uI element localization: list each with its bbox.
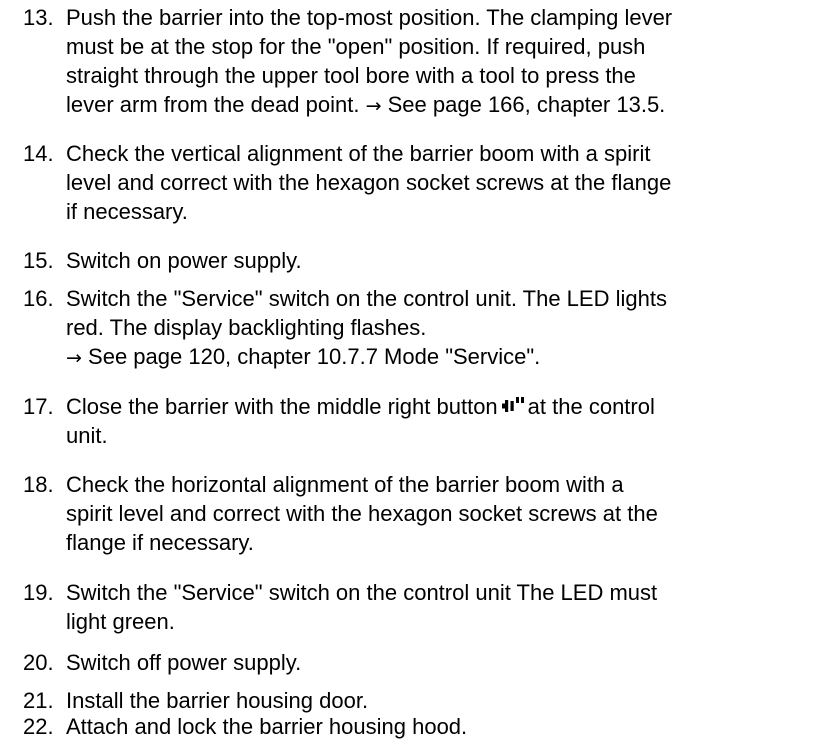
step-line: Install the barrier housing door. <box>66 688 369 713</box>
arrow-right-icon: → <box>66 347 82 369</box>
step-line: Check the vertical alignment of the barr… <box>66 141 651 166</box>
step-line: level and correct with the hexagon socke… <box>66 170 672 195</box>
step-text: Check the vertical alignment of the barr… <box>66 139 816 226</box>
close-barrier-button-icon <box>501 397 525 415</box>
step-line: spirit level and correct with the hexago… <box>66 501 658 526</box>
step-line-text: at the control <box>527 394 655 419</box>
step-text: Switch the "Service" switch on the contr… <box>66 578 816 636</box>
step-text: Close the barrier with the middle right … <box>66 392 816 450</box>
step-line-text: lever arm from the dead point. <box>66 92 366 117</box>
step-line: Check the horizontal alignment of the ba… <box>66 472 624 497</box>
step-line: light green. <box>66 609 175 634</box>
step-line: Push the barrier into the top-most posit… <box>66 5 673 30</box>
step-line: Switch off power supply. <box>66 650 302 675</box>
step-text: Install the barrier housing door. <box>66 686 816 715</box>
step-line-with-reference: lever arm from the dead point. → See pag… <box>66 90 816 121</box>
step-line: flange if necessary. <box>66 530 254 555</box>
step-line: Attach and lock the barrier housing hood… <box>66 714 468 739</box>
step-line-text: Close the barrier with the middle right … <box>66 394 498 419</box>
step-line: Switch on power supply. <box>66 248 302 273</box>
page-reference: See page 120, chapter 10.7.7 Mode "Servi… <box>81 344 541 369</box>
step-line: Switch the "Service" switch on the contr… <box>66 580 658 605</box>
step-text: Switch off power supply. <box>66 648 816 677</box>
step-line: straight through the upper tool bore wit… <box>66 63 636 88</box>
step-text: Attach and lock the barrier housing hood… <box>66 712 816 741</box>
step-line: red. The display backlighting flashes. <box>66 315 427 340</box>
step-text: Check the horizontal alignment of the ba… <box>66 470 816 557</box>
step-line: Switch the "Service" switch on the contr… <box>66 286 667 311</box>
step-line-with-icon: Close the barrier with the middle right … <box>66 392 816 421</box>
step-line-with-reference: → See page 120, chapter 10.7.7 Mode "Ser… <box>66 342 816 373</box>
step-text: Switch the "Service" switch on the contr… <box>66 284 816 373</box>
page-reference: See page 166, chapter 13.5. <box>381 92 666 117</box>
step-line: if necessary. <box>66 199 188 224</box>
step-line: unit. <box>66 423 108 448</box>
step-text: Push the barrier into the top-most posit… <box>66 3 816 121</box>
step-line: must be at the stop for the "open" posit… <box>66 34 646 59</box>
step-text: Switch on power supply. <box>66 246 816 275</box>
arrow-right-icon: → <box>365 95 382 117</box>
